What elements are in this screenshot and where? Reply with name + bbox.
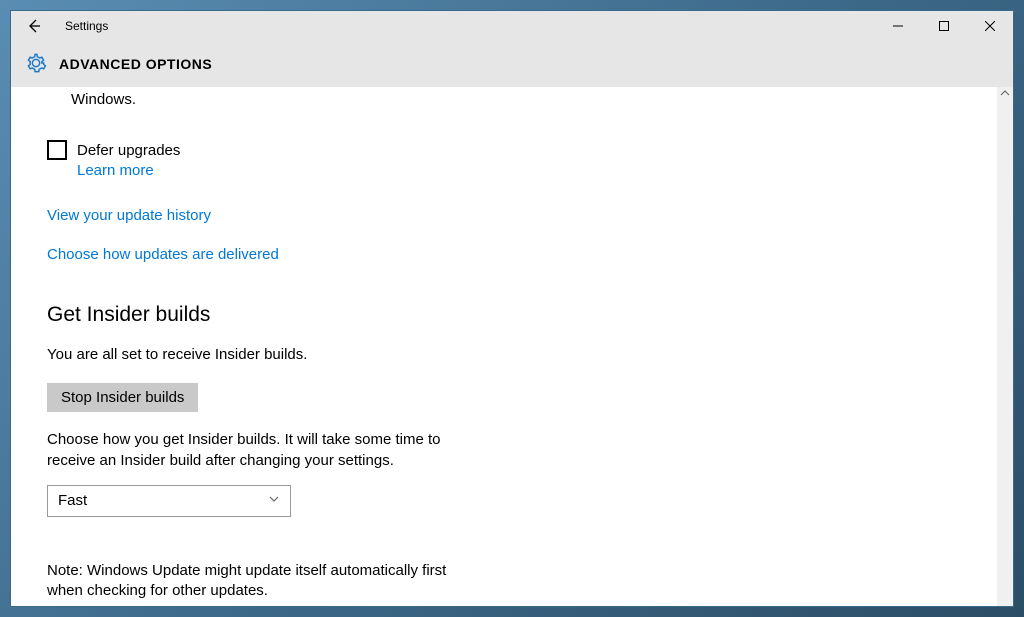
insider-ring-selected: Fast — [58, 492, 87, 509]
gear-icon — [25, 52, 47, 77]
learn-more-link[interactable]: Learn more — [77, 162, 154, 179]
insider-status-text: You are all set to receive Insider build… — [47, 345, 447, 365]
minimize-icon — [893, 21, 903, 31]
minimize-button[interactable] — [875, 11, 921, 41]
back-arrow-icon — [26, 18, 42, 34]
vertical-scrollbar[interactable] — [997, 87, 1013, 606]
defer-upgrades-row: Defer upgrades — [47, 140, 961, 160]
defer-upgrades-label: Defer upgrades — [77, 142, 180, 159]
page-title: ADVANCED OPTIONS — [59, 56, 212, 72]
close-icon — [985, 21, 995, 31]
defer-upgrades-checkbox[interactable] — [47, 140, 67, 160]
scroll-up-icon — [999, 87, 1011, 101]
insider-heading: Get Insider builds — [47, 303, 961, 327]
update-note-text: Note: Windows Update might update itself… — [47, 561, 447, 602]
settings-window: Settings ADVANCED OPTIONS Windows. Defer… — [10, 10, 1014, 607]
chevron-down-icon — [268, 492, 280, 509]
insider-ring-dropdown[interactable]: Fast — [47, 485, 291, 517]
page-header: ADVANCED OPTIONS — [11, 41, 1013, 87]
app-title: Settings — [65, 19, 108, 33]
truncated-text: Windows. — [71, 91, 961, 108]
maximize-icon — [939, 21, 949, 31]
stop-insider-button[interactable]: Stop Insider builds — [47, 383, 198, 412]
view-update-history-link[interactable]: View your update history — [47, 207, 211, 224]
content-wrap: Windows. Defer upgrades Learn more View … — [11, 87, 1013, 606]
choose-delivery-link[interactable]: Choose how updates are delivered — [47, 246, 279, 263]
insider-choose-text: Choose how you get Insider builds. It wi… — [47, 430, 447, 471]
window-controls — [875, 11, 1013, 41]
close-button[interactable] — [967, 11, 1013, 41]
maximize-button[interactable] — [921, 11, 967, 41]
back-button[interactable] — [19, 11, 49, 41]
content-area: Windows. Defer upgrades Learn more View … — [11, 87, 997, 606]
titlebar: Settings — [11, 11, 1013, 41]
